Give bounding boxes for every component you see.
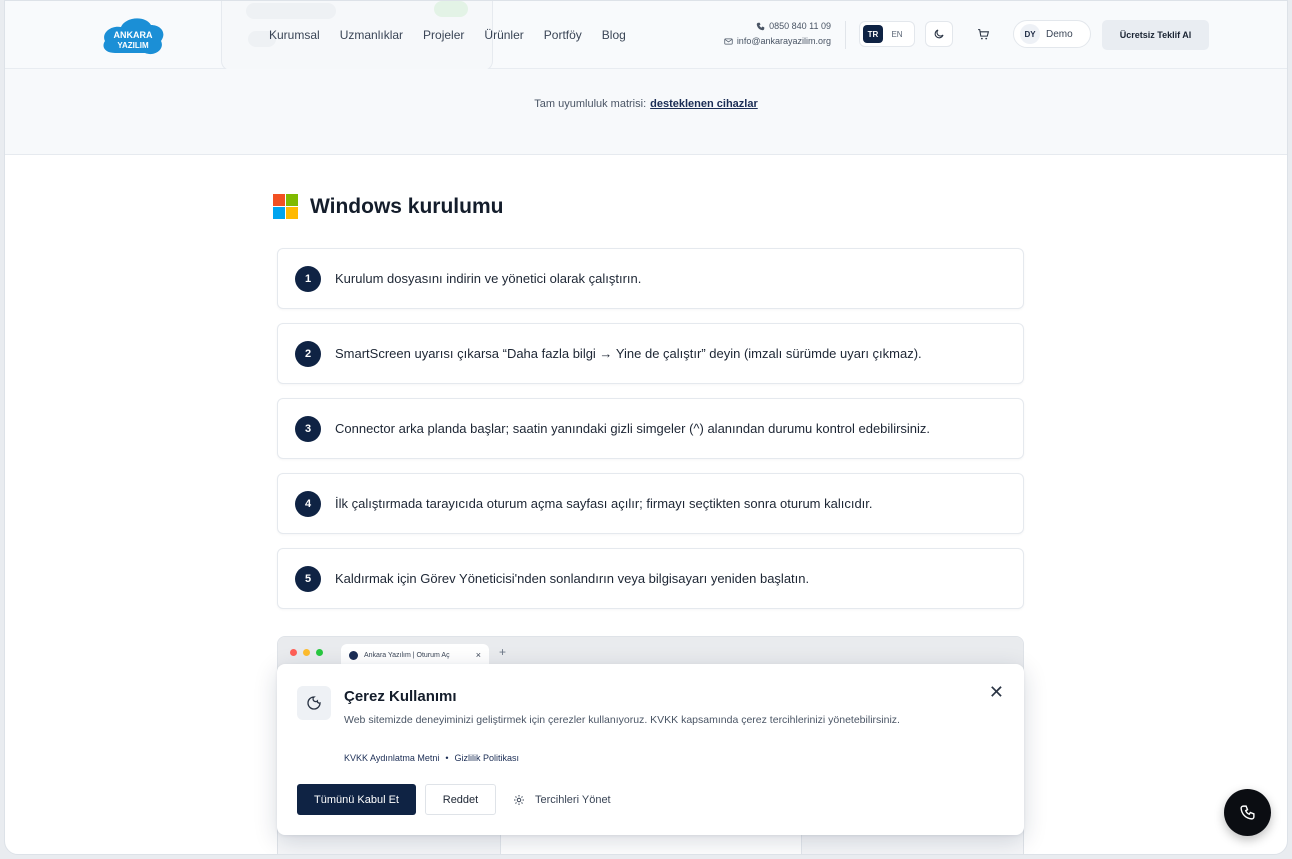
browser-titlebar: Ankara Yazılım | Oturum Aç × + xyxy=(278,637,1023,667)
lang-option-tr[interactable]: TR xyxy=(863,25,883,43)
email-address: info@ankarayazilim.org xyxy=(736,36,831,46)
browser-tab-title: Ankara Yazılım | Oturum Aç xyxy=(364,651,450,659)
accept-all-button[interactable]: Tümünü Kabul Et xyxy=(297,784,416,815)
cookie-description: Web sitemizde deneyiminizi geliştirmek i… xyxy=(344,714,900,726)
step-number: 1 xyxy=(295,265,321,292)
user-menu[interactable]: DY Demo xyxy=(1013,20,1091,48)
step-text: SmartScreen uyarısı çıkarsa “Daha fazla … xyxy=(335,346,922,361)
call-button[interactable] xyxy=(1224,789,1271,836)
close-icon[interactable]: ✕ xyxy=(989,682,1004,703)
step-card: 3 Connector arka planda başlar; saatin y… xyxy=(277,398,1024,459)
user-name: Demo xyxy=(1046,28,1073,40)
step-text: Connector arka planda başlar; saatin yan… xyxy=(335,421,931,436)
windows-logo-icon xyxy=(273,194,298,219)
contact-email[interactable]: info@ankarayazilim.org xyxy=(695,34,831,49)
compatibility-notice: Tam uyumluluk matrisi: desteklenen cihaz… xyxy=(5,69,1287,155)
section-title: Windows kurulumu xyxy=(310,194,504,218)
reject-button[interactable]: Reddet xyxy=(425,784,496,815)
nav-item-portfoy[interactable]: Portföy xyxy=(544,28,582,42)
manage-preferences-button[interactable]: Tercihleri Yönet xyxy=(513,784,611,815)
cart-button[interactable] xyxy=(969,21,997,47)
notice-text: Tam uyumluluk matrisi: xyxy=(534,97,647,110)
step-card: 1 Kurulum dosyasını indirin ve yönetici … xyxy=(277,248,1024,309)
page-frame: ANKARA YAZILIM Kurumsal Uzmanlıklar Proj… xyxy=(4,0,1288,855)
brand-line1: ANKARA xyxy=(114,30,153,40)
maximize-dot-icon xyxy=(316,648,323,656)
phone-number: 0850 840 11 09 xyxy=(769,21,831,31)
step-text: İlk çalıştırmada tarayıcıda oturum açma … xyxy=(335,496,873,511)
theme-toggle-button[interactable] xyxy=(925,21,953,47)
lang-option-en[interactable]: EN xyxy=(887,30,907,39)
step-number: 4 xyxy=(295,490,321,517)
kvkk-link[interactable]: KVKK Aydınlatma Metni xyxy=(344,753,439,763)
install-steps: 1 Kurulum dosyasını indirin ve yönetici … xyxy=(277,248,1024,623)
close-dot-icon xyxy=(290,648,297,656)
step-card: 5 Kaldırmak için Görev Yöneticisi'nden s… xyxy=(277,548,1024,609)
cookie-consent-dialog: Çerez Kullanımı Web sitemizde deneyimini… xyxy=(277,664,1024,835)
nav-item-uzmanliklar[interactable]: Uzmanlıklar xyxy=(340,28,403,42)
link-separator: • xyxy=(445,753,449,763)
contact-info: 0850 840 11 09 info@ankarayazilim.org xyxy=(695,19,831,49)
phone-icon xyxy=(1240,805,1255,820)
contact-phone[interactable]: 0850 840 11 09 xyxy=(695,19,831,34)
header-divider xyxy=(845,21,846,49)
browser-tab: Ankara Yazılım | Oturum Aç × xyxy=(341,644,489,666)
privacy-policy-link[interactable]: Gizlilik Politikası xyxy=(455,753,520,763)
minimize-dot-icon xyxy=(303,648,310,656)
new-tab-icon: + xyxy=(499,645,507,659)
step-number: 3 xyxy=(295,415,321,442)
step-number: 5 xyxy=(295,565,321,592)
nav-item-blog[interactable]: Blog xyxy=(602,28,626,42)
tab-close-icon: × xyxy=(475,650,481,660)
cart-icon xyxy=(977,28,989,39)
nav-item-projeler[interactable]: Projeler xyxy=(423,28,464,42)
nav-item-kurumsal[interactable]: Kurumsal xyxy=(269,28,320,42)
nav-item-urunler[interactable]: Ürünler xyxy=(484,28,523,42)
free-quote-button[interactable]: Ücretsiz Teklif Al xyxy=(1102,20,1209,50)
supported-devices-link[interactable]: desteklenen cihazlar xyxy=(650,98,758,110)
phone-icon xyxy=(756,22,765,31)
brand-logo[interactable]: ANKARA YAZILIM xyxy=(99,15,167,57)
favicon-icon xyxy=(349,650,358,660)
main-nav: Kurumsal Uzmanlıklar Projeler Ürünler Po… xyxy=(269,1,626,69)
section-heading: Windows kurulumu xyxy=(273,194,503,219)
step-text: Kurulum dosyasını indirin ve yönetici ol… xyxy=(335,271,642,286)
moon-icon xyxy=(934,29,944,39)
gear-icon xyxy=(514,794,524,805)
step-card: 4 İlk çalıştırmada tarayıcıda oturum açm… xyxy=(277,473,1024,534)
language-switcher: TR EN xyxy=(859,21,915,47)
mail-icon xyxy=(724,38,733,45)
site-header: ANKARA YAZILIM Kurumsal Uzmanlıklar Proj… xyxy=(5,1,1287,71)
cookie-title: Çerez Kullanımı xyxy=(344,688,457,705)
manage-preferences-label: Tercihleri Yönet xyxy=(535,793,611,806)
cookie-icon xyxy=(297,686,331,720)
step-text: Kaldırmak için Görev Yöneticisi'nden son… xyxy=(335,571,810,586)
step-number: 2 xyxy=(295,340,321,367)
brand-line2: YAZILIM xyxy=(117,41,149,50)
avatar: DY xyxy=(1020,24,1040,44)
cookie-links: KVKK Aydınlatma Metni • Gizlilik Politik… xyxy=(344,753,519,763)
step-card: 2 SmartScreen uyarısı çıkarsa “Daha fazl… xyxy=(277,323,1024,384)
